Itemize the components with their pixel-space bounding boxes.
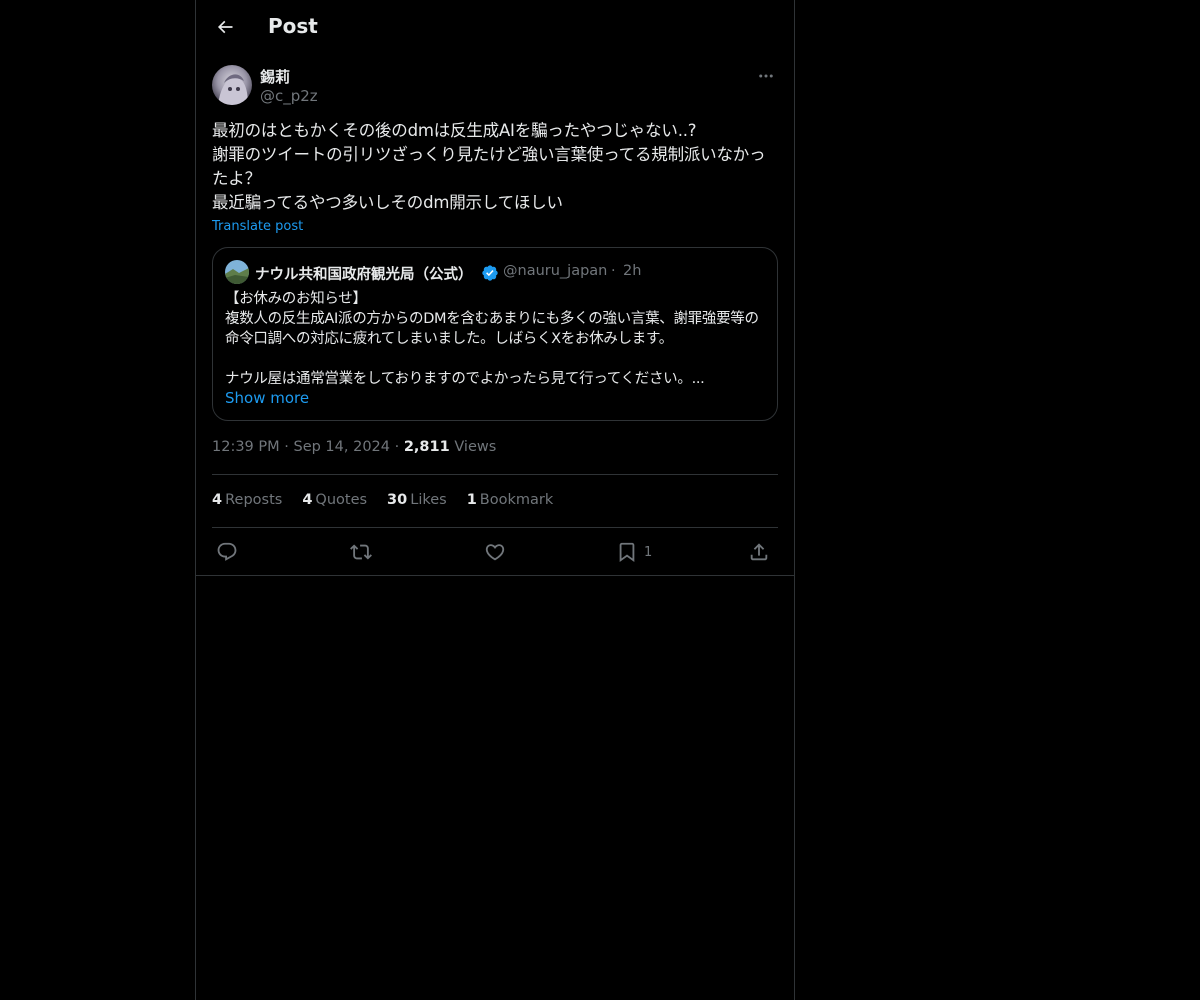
- repost-button[interactable]: [350, 539, 372, 565]
- post-author: 錫莉 @c_p2z: [212, 64, 778, 108]
- divider: [196, 575, 794, 576]
- likes-label: Likes: [410, 492, 447, 508]
- post-text: 最初のはともかくその後のdmは反生成AIを騙ったやつじゃない..? 謝罪のツイー…: [212, 121, 766, 212]
- share-icon: [750, 543, 768, 561]
- post-date[interactable]: Sep 14, 2024: [293, 439, 390, 455]
- quotes-count: 4: [302, 492, 313, 508]
- views-label: Views: [454, 439, 497, 455]
- quoted-avatar: [225, 260, 249, 284]
- post-stats: 4 Reposts 4 Quotes 30 Likes 1 Bookmark: [212, 492, 553, 508]
- reply-icon: [217, 542, 237, 561]
- primary-column: Post 錫莉 @c_p2z 最初のはともかくその後のdmは反生成AIを騙ったや…: [195, 0, 795, 1000]
- ellipsis-icon: [759, 74, 773, 78]
- quoted-post[interactable]: ナウル共和国政府観光局（公式） @nauru_japan · 2h 【お休みのお…: [212, 247, 778, 421]
- translate-post-link[interactable]: Translate post: [212, 219, 303, 234]
- post-metadata: 12:39 PM · Sep 14, 2024 · 2,811 Views: [212, 439, 496, 455]
- quotes-stat[interactable]: 4 Quotes: [302, 492, 367, 508]
- quotes-label: Quotes: [315, 492, 368, 508]
- page-title: Post: [268, 14, 318, 38]
- meta-separator: ·: [394, 439, 400, 455]
- share-button[interactable]: [748, 539, 770, 565]
- more-options-button[interactable]: [754, 66, 778, 86]
- page-header: Post: [196, 0, 794, 54]
- bookmark-icon: [619, 542, 635, 563]
- views-count: 2,811: [403, 439, 450, 455]
- author-name[interactable]: 錫莉: [260, 66, 290, 87]
- reposts-stat[interactable]: 4 Reposts: [212, 492, 282, 508]
- post-time[interactable]: 12:39 PM: [212, 439, 280, 455]
- author-handle[interactable]: @c_p2z: [260, 87, 318, 105]
- back-button[interactable]: [208, 10, 242, 44]
- quoted-post-text: 【お休みのお知らせ】 複数人の反生成AI派の方からのDMを含むあまりにも多くの強…: [225, 291, 759, 387]
- reply-button[interactable]: [216, 539, 238, 565]
- arrow-left-icon: [217, 20, 233, 34]
- quoted-timestamp: 2h: [623, 263, 642, 279]
- meta-separator: ·: [284, 439, 289, 455]
- bookmark-action-count: 1: [644, 544, 653, 560]
- likes-count: 30: [387, 492, 408, 508]
- avatar[interactable]: [212, 65, 252, 105]
- show-more-link[interactable]: Show more: [225, 389, 309, 407]
- heart-icon: [485, 544, 505, 561]
- reposts-label: Reposts: [225, 492, 283, 508]
- quoted-separator: ·: [611, 263, 616, 279]
- bookmark-button[interactable]: 1: [616, 539, 652, 565]
- verified-badge-icon: [481, 264, 499, 282]
- bookmarks-count: 1: [466, 492, 477, 508]
- like-button[interactable]: [484, 539, 506, 565]
- quoted-author-name: ナウル共和国政府観光局（公式）: [255, 267, 473, 283]
- quoted-author-handle: @nauru_japan: [503, 263, 608, 279]
- repost-icon: [350, 544, 372, 560]
- likes-stat[interactable]: 30 Likes: [387, 492, 447, 508]
- post-actions: 1: [212, 537, 778, 567]
- divider: [212, 474, 778, 475]
- bookmarks-label: Bookmark: [479, 492, 554, 508]
- bookmarks-stat[interactable]: 1 Bookmark: [467, 492, 554, 508]
- reposts-count: 4: [212, 492, 223, 508]
- divider: [212, 527, 778, 528]
